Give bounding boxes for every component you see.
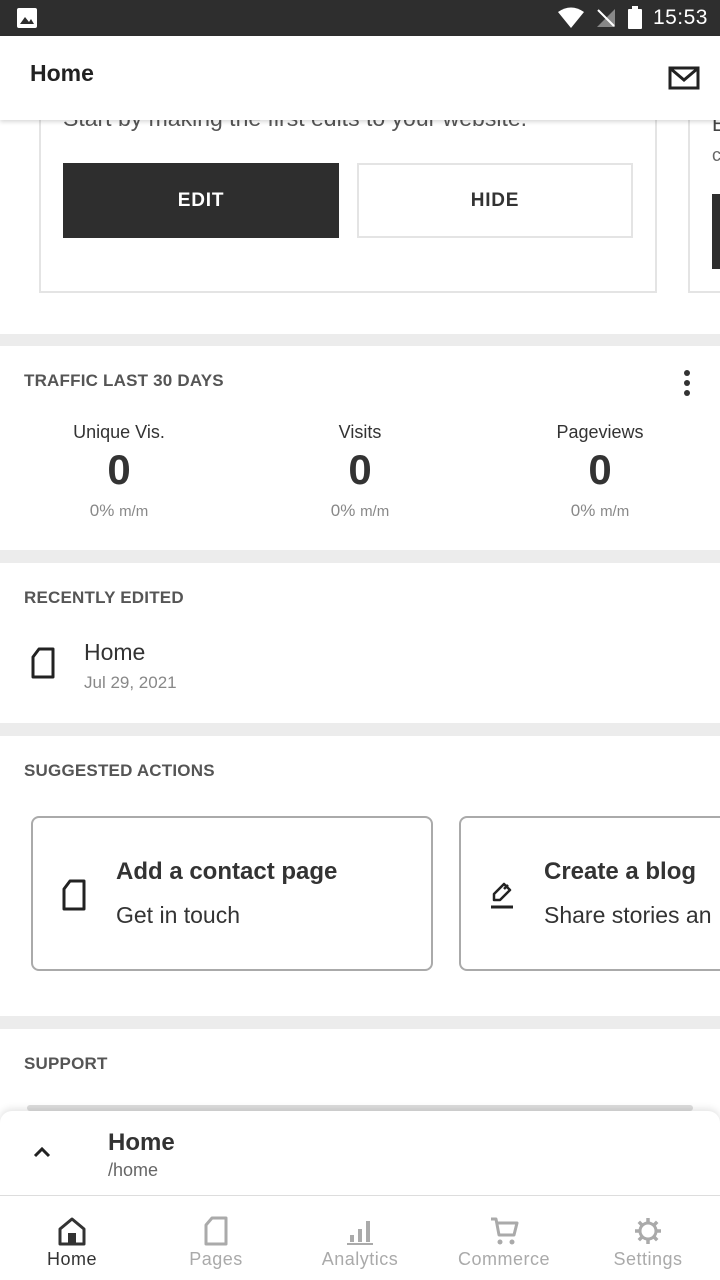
nav-item-settings[interactable]: Settings — [576, 1196, 720, 1280]
next-card-subtext-fragment: c — [712, 145, 720, 165]
metric-change-value: 0% — [330, 501, 356, 520]
metric-change-unit: m/m — [600, 503, 630, 520]
metric-unique-visitors: Unique Vis. 0 0% m/m — [19, 422, 219, 521]
analytics-icon — [347, 1221, 373, 1245]
edit-pen-icon — [491, 882, 513, 909]
nav-item-pages[interactable]: Pages — [144, 1196, 288, 1280]
list-item-date: Jul 29, 2021 — [84, 673, 177, 692]
metric-change-unit: m/m — [360, 503, 390, 520]
dashboard-content[interactable]: Start by making the first edits to your … — [0, 120, 720, 1195]
metric-value: 0 — [348, 446, 372, 493]
cart-icon — [491, 1217, 519, 1245]
wifi-icon — [557, 7, 584, 28]
nav-label: Commerce — [457, 1249, 550, 1269]
nav-label: Home — [46, 1249, 97, 1269]
page-title: Home — [30, 60, 94, 86]
nav-item-analytics[interactable]: Analytics — [288, 1196, 432, 1280]
hide-button[interactable]: HIDE — [357, 163, 633, 238]
mail-icon[interactable] — [668, 66, 700, 90]
more-vert-icon[interactable] — [676, 368, 698, 398]
status-time: 15:53 — [652, 6, 708, 29]
selected-page-path: /home — [108, 1160, 159, 1180]
metric-value: 0 — [107, 446, 131, 493]
page-icon — [31, 647, 55, 679]
traffic-section: TRAFFIC LAST 30 DAYS Unique Vis. 0 0% m/… — [0, 346, 720, 550]
get-started-text: Start by making the first edits to your … — [63, 120, 527, 132]
metric-change: 0% m/m — [260, 501, 460, 521]
recently-edited-heading: RECENTLY EDITED — [24, 588, 184, 607]
get-started-section: Start by making the first edits to your … — [0, 120, 720, 334]
app-bar: Home — [0, 36, 720, 120]
next-card-text-fragment: E — [712, 120, 720, 136]
metric-value: 0 — [588, 446, 612, 493]
suggested-actions-section: SUGGESTED ACTIONS Add a contact page Get… — [0, 736, 720, 1016]
metric-label: Unique Vis. — [73, 422, 165, 442]
status-bar: 15:53 — [0, 0, 720, 36]
create-blog-card[interactable]: Create a blog Share stories an — [459, 816, 720, 971]
chevron-up-icon[interactable] — [30, 1143, 54, 1161]
nav-label: Settings — [613, 1249, 683, 1269]
bottom-nav: Home Pages Analytics Commerce Settings — [0, 1196, 720, 1280]
nav-label: Analytics — [321, 1249, 399, 1269]
metric-label: Pageviews — [556, 422, 644, 442]
traffic-heading: TRAFFIC LAST 30 DAYS — [24, 371, 224, 390]
card-title: Add a contact page — [116, 858, 338, 885]
nav-label: Pages — [189, 1249, 243, 1269]
metric-visits: Visits 0 0% m/m — [260, 422, 460, 521]
nav-item-commerce[interactable]: Commerce — [432, 1196, 576, 1280]
page-selector-sheet[interactable]: Home /home — [0, 1111, 720, 1196]
metric-change: 0% m/m — [500, 501, 700, 521]
card-title: Create a blog — [544, 858, 697, 885]
image-icon — [17, 8, 37, 28]
nav-item-home[interactable]: Home — [0, 1196, 144, 1280]
card-subtitle: Share stories an — [544, 902, 712, 928]
add-contact-page-card[interactable]: Add a contact page Get in touch — [31, 816, 433, 971]
page-icon — [62, 879, 86, 911]
list-item[interactable]: Home Jul 29, 2021 — [0, 623, 720, 703]
metric-change: 0% m/m — [19, 501, 219, 521]
list-item-title: Home — [84, 639, 146, 665]
card-subtitle: Get in touch — [116, 902, 241, 928]
recently-edited-section: RECENTLY EDITED Home Jul 29, 2021 — [0, 563, 720, 723]
edit-button[interactable]: EDIT — [63, 163, 339, 238]
support-heading: SUPPORT — [24, 1054, 108, 1073]
get-started-card: Start by making the first edits to your … — [39, 120, 657, 293]
no-signal-icon — [596, 9, 615, 27]
selected-page-title: Home — [108, 1129, 175, 1156]
gear-icon — [635, 1218, 661, 1244]
home-icon — [58, 1217, 86, 1246]
next-card-button-fragment[interactable] — [712, 194, 720, 269]
battery-icon — [627, 6, 642, 29]
pages-icon — [204, 1216, 228, 1246]
next-card-peek[interactable]: E c — [688, 120, 720, 293]
metric-label: Visits — [338, 422, 382, 442]
suggested-actions-heading: SUGGESTED ACTIONS — [24, 761, 215, 780]
metric-change-value: 0% — [89, 501, 115, 520]
metric-change-unit: m/m — [119, 503, 149, 520]
metric-change-value: 0% — [570, 501, 596, 520]
metric-pageviews: Pageviews 0 0% m/m — [500, 422, 700, 521]
